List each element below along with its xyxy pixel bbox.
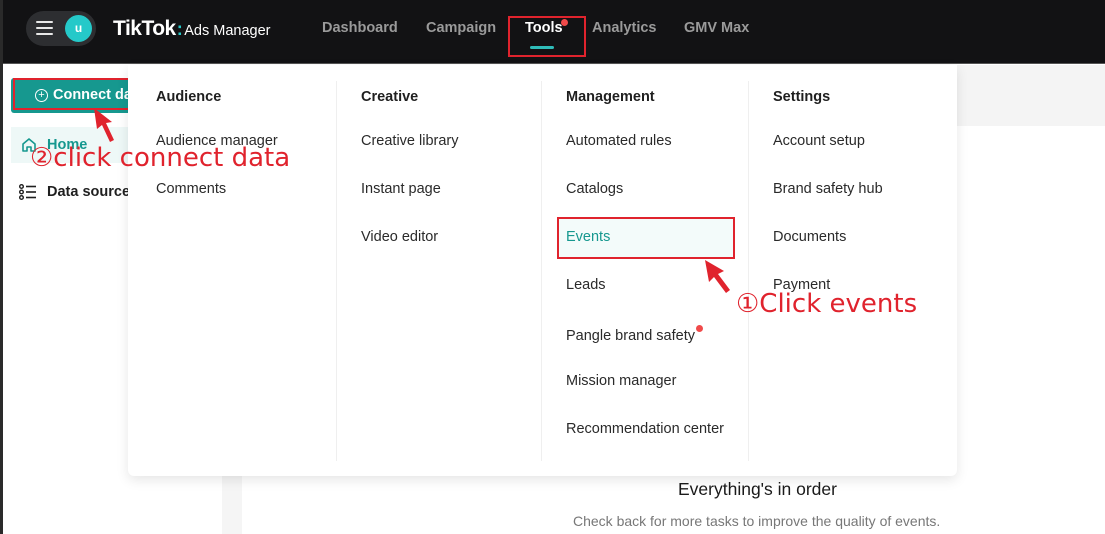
menu-column-creative: Creative Creative library Instant page V… <box>333 81 541 461</box>
logo-product: Ads Manager <box>184 23 271 39</box>
menu-item-account-setup[interactable]: Account setup <box>773 133 865 149</box>
menu-item-video-editor[interactable]: Video editor <box>361 229 438 245</box>
window-edge <box>0 0 3 534</box>
menu-column-audience: Audience Audience manager Comments <box>128 81 336 461</box>
column-title: Settings <box>773 89 831 105</box>
annotation-step-2: ②click connect data <box>30 143 291 173</box>
annotation-step-1: ①Click events <box>736 289 918 319</box>
list-icon <box>19 184 36 200</box>
menu-item-documents[interactable]: Documents <box>773 229 846 245</box>
tools-highlight-box <box>508 16 586 57</box>
sidebar-item-data-sources[interactable]: Data sources <box>19 182 136 204</box>
annotation-arrow-icon <box>705 260 730 293</box>
menu-item-brand-safety-hub[interactable]: Brand safety hub <box>773 181 883 197</box>
empty-state-subtitle: Check back for more tasks to improve the… <box>573 513 941 529</box>
menu-item-label: Pangle brand safety <box>566 328 695 344</box>
nav-tab-campaign[interactable]: Campaign <box>426 20 496 36</box>
nav-tab-dashboard[interactable]: Dashboard <box>322 20 398 36</box>
menu-item-leads[interactable]: Leads <box>566 277 606 293</box>
logo-brand: TikTok <box>113 17 176 40</box>
events-highlight-box <box>557 217 735 259</box>
column-title: Audience <box>156 89 222 105</box>
nav-tab-gmv-max[interactable]: GMV Max <box>684 20 749 36</box>
account-menu-toggle[interactable]: u <box>26 11 96 46</box>
avatar[interactable]: u <box>65 15 92 42</box>
menu-item-mission-manager[interactable]: Mission manager <box>566 373 676 389</box>
menu-item-pangle-brand-safety[interactable]: Pangle brand safety <box>566 325 703 344</box>
menu-item-instant-page[interactable]: Instant page <box>361 181 441 197</box>
new-badge-dot <box>695 325 703 332</box>
menu-item-catalogs[interactable]: Catalogs <box>566 181 623 197</box>
nav-tab-analytics[interactable]: Analytics <box>592 20 656 36</box>
content-header-band <box>955 65 1105 126</box>
column-title: Management <box>566 89 655 105</box>
empty-state-title: Everything's in order <box>678 479 837 499</box>
menu-item-automated-rules[interactable]: Automated rules <box>566 133 672 149</box>
tiktok-ads-manager-logo[interactable]: TikTok: Ads Manager <box>113 17 271 41</box>
sidebar-item-label: Data sources <box>47 184 136 200</box>
logo-colon: : <box>176 19 183 39</box>
annotation-arrow-icon <box>94 108 114 142</box>
column-title: Creative <box>361 89 419 105</box>
tools-dropdown-menu: Audience Audience manager Comments Creat… <box>128 65 957 476</box>
hamburger-icon[interactable] <box>36 21 53 35</box>
app-frame: u TikTok: Ads Manager Dashboard Campaign … <box>0 0 1105 534</box>
menu-item-comments[interactable]: Comments <box>156 181 226 197</box>
menu-item-creative-library[interactable]: Creative library <box>361 133 459 149</box>
menu-column-settings: Settings Account setup Brand safety hub … <box>745 81 957 461</box>
menu-item-recommendation-center[interactable]: Recommendation center <box>566 421 724 437</box>
